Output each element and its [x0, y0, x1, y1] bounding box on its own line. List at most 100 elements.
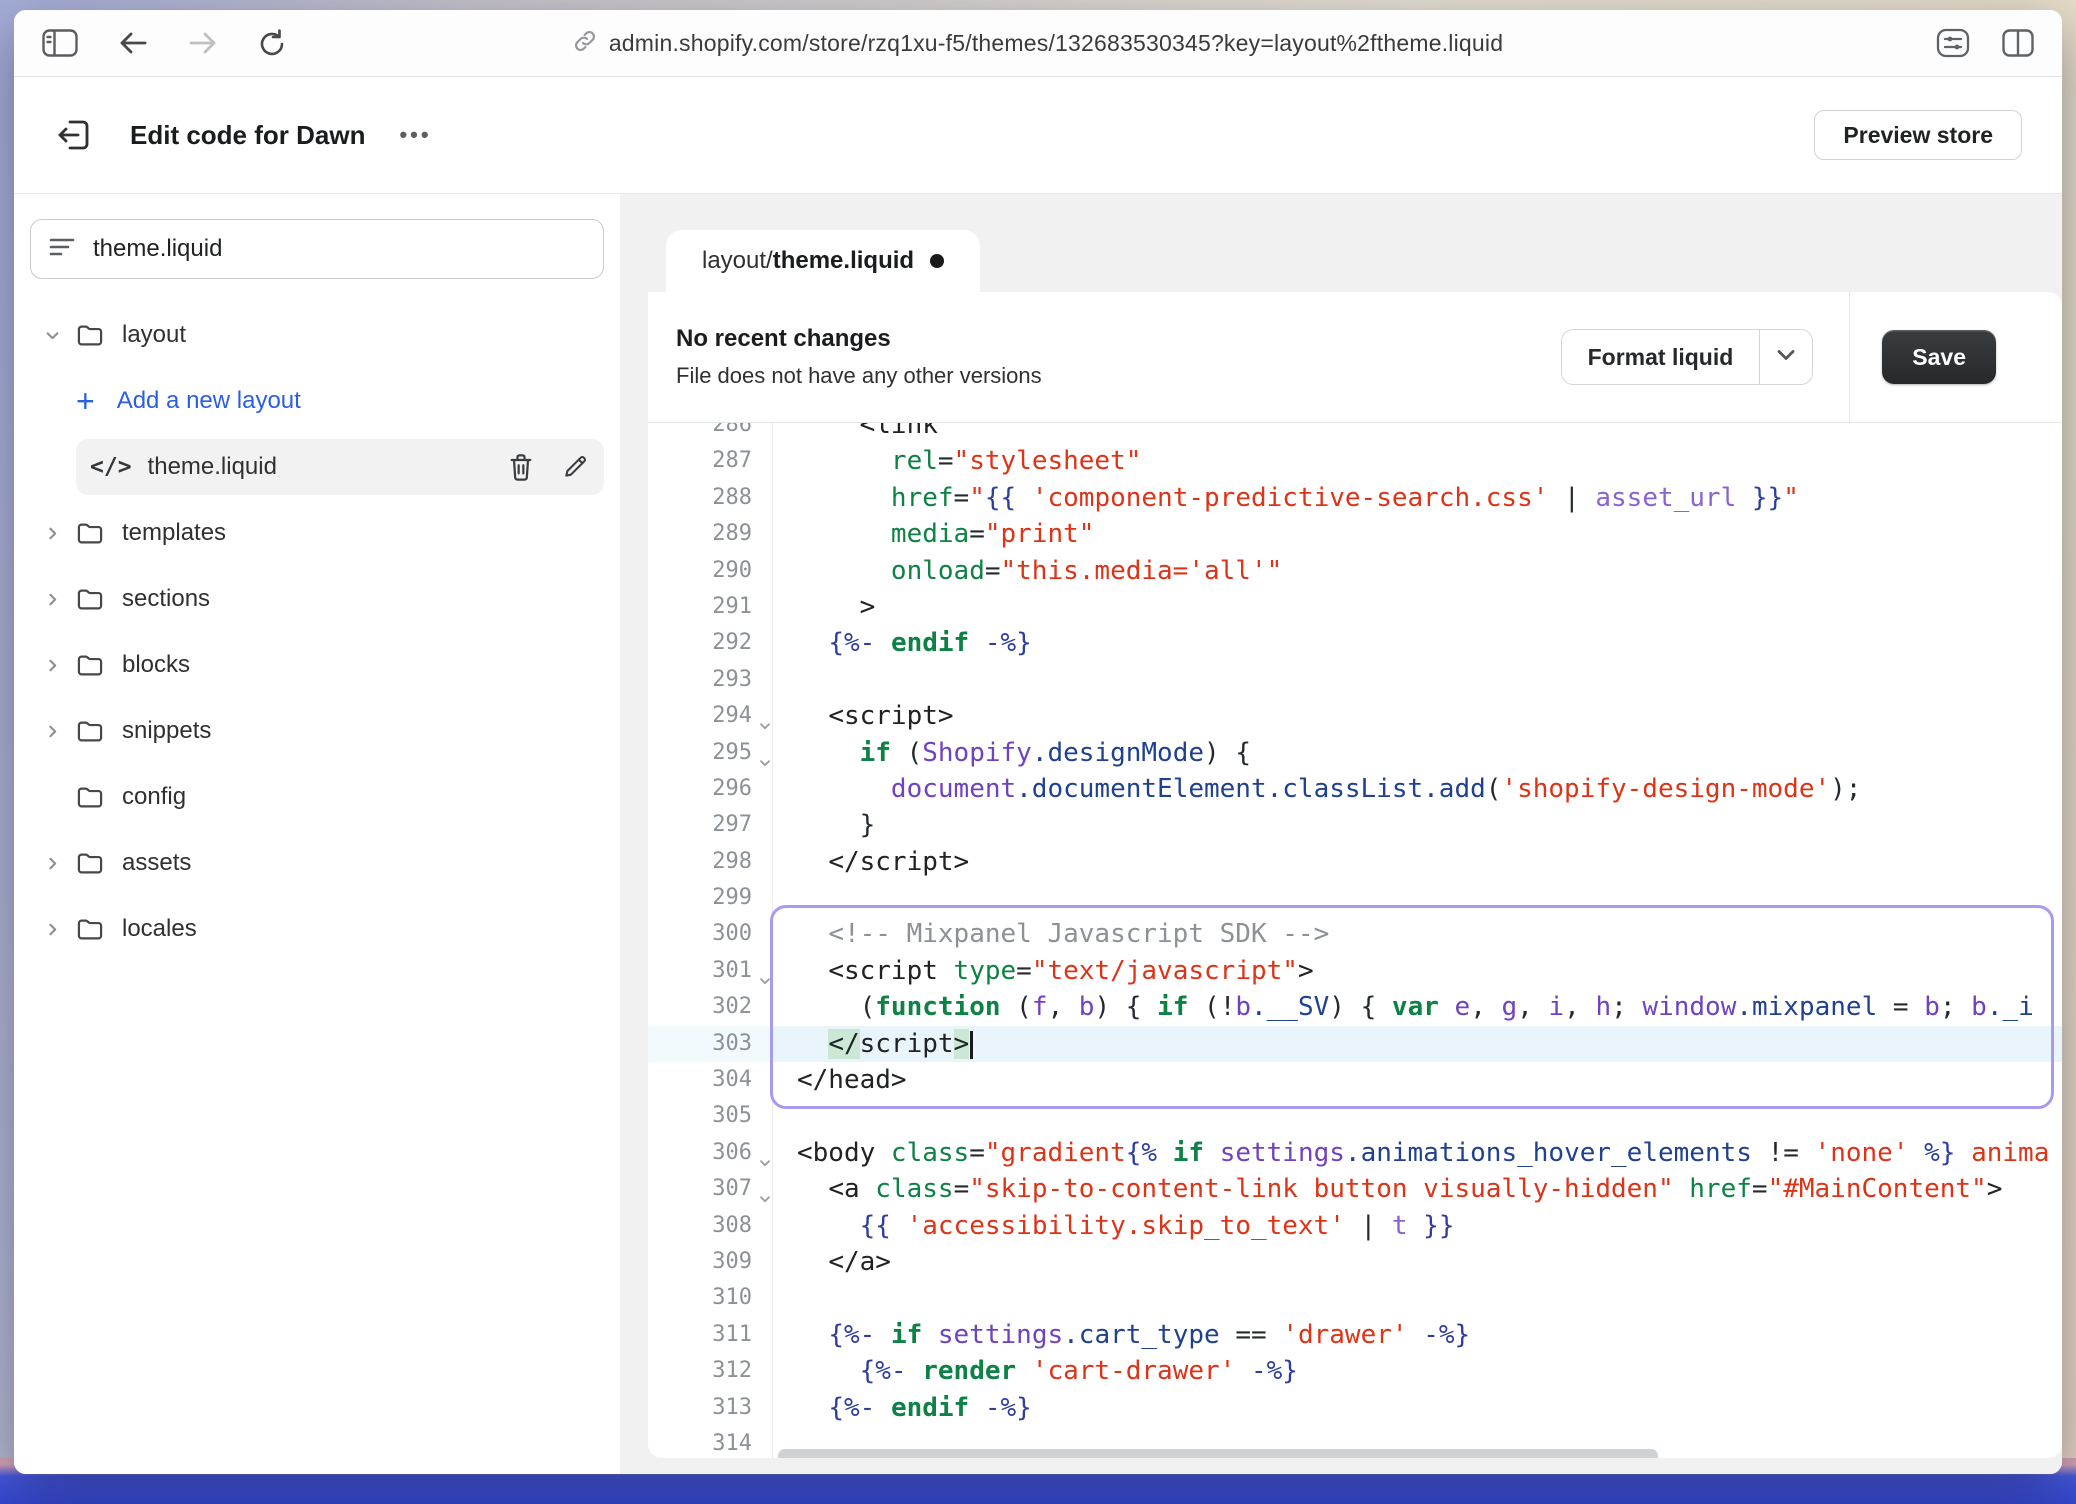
save-button[interactable]: Save	[1882, 330, 1996, 384]
sidebar-item-label: config	[122, 783, 186, 811]
code-line-content: {%- render 'cart-drawer' -%}	[773, 1353, 2062, 1389]
code-line-content: <script>	[773, 698, 2062, 734]
sidebar-item-config[interactable]: config	[30, 769, 604, 825]
code-line-content: </a>	[773, 1244, 2062, 1280]
code-line[interactable]: 309 </a>	[648, 1244, 2062, 1280]
code-line[interactable]: 307 <a class="skip-to-content-link butto…	[648, 1171, 2062, 1207]
code-line-content: </script>	[773, 1026, 2062, 1062]
code-line[interactable]: 289 media="print"	[648, 516, 2062, 552]
delete-file-icon[interactable]	[508, 453, 534, 481]
sidebar-item-layout[interactable]: layout	[30, 307, 604, 363]
file-search-input[interactable]	[91, 234, 585, 264]
horizontal-scrollbar[interactable]	[778, 1449, 1658, 1458]
format-liquid-button[interactable]: Format liquid	[1562, 330, 1760, 384]
sidebar-item-templates[interactable]: templates	[30, 505, 604, 561]
split-view-icon[interactable]	[2002, 29, 2034, 57]
folder-icon	[76, 586, 104, 612]
chevron-right-icon[interactable]	[44, 921, 76, 938]
format-options-chevron-button[interactable]	[1759, 330, 1812, 384]
line-number: 301	[648, 953, 773, 989]
line-number: 294	[648, 698, 773, 734]
chevron-right-icon[interactable]	[44, 591, 76, 608]
tab-file-name: theme.liquid	[773, 247, 914, 275]
line-number: 295	[648, 735, 773, 771]
line-number: 311	[648, 1317, 773, 1353]
sidebar-item-locales[interactable]: locales	[30, 901, 604, 957]
sidebar-item-snippets[interactable]: snippets	[30, 703, 604, 759]
chevron-right-icon[interactable]	[44, 657, 76, 674]
code-line[interactable]: 302 (function (f, b) { if (!b.__SV) { va…	[648, 989, 2062, 1025]
code-line[interactable]: 312 {%- render 'cart-drawer' -%}	[648, 1353, 2062, 1389]
code-line[interactable]: 301 <script type="text/javascript">	[648, 953, 2062, 989]
file-tree: layout +Add a new layout </>theme.liquid te…	[14, 307, 620, 967]
code-line[interactable]: 298 </script>	[648, 844, 2062, 880]
file-search-box[interactable]	[30, 219, 604, 279]
code-line[interactable]: 291 >	[648, 589, 2062, 625]
code-line[interactable]: 286 <link	[648, 423, 2062, 443]
code-line[interactable]: 295 if (Shopify.designMode) {	[648, 735, 2062, 771]
code-line[interactable]: 310	[648, 1280, 2062, 1316]
page-settings-icon[interactable]	[1936, 28, 1970, 58]
line-number: 296	[648, 771, 773, 807]
code-line[interactable]: 292 {%- endif -%}	[648, 625, 2062, 661]
line-number: 289	[648, 516, 773, 552]
chevron-right-icon[interactable]	[44, 525, 76, 542]
chevron-right-icon[interactable]	[44, 855, 76, 872]
code-line[interactable]: 297 }	[648, 807, 2062, 843]
tab-theme-liquid[interactable]: layout/theme.liquid	[666, 230, 980, 292]
folder-icon	[76, 520, 104, 546]
code-line[interactable]: 313 {%- endif -%}	[648, 1390, 2062, 1426]
code-line-content	[773, 1098, 2062, 1134]
sidebar-item-sections[interactable]: sections	[30, 571, 604, 627]
line-number: 314	[648, 1426, 773, 1458]
code-line[interactable]: 299	[648, 880, 2062, 916]
code-line[interactable]: 294 <script>	[648, 698, 2062, 734]
sidebar-item-theme-liquid[interactable]: </>theme.liquid	[76, 439, 604, 495]
preview-store-button[interactable]: Preview store	[1814, 110, 2022, 160]
code-line-content: </head>	[773, 1062, 2062, 1098]
back-button-icon[interactable]	[118, 30, 148, 56]
reload-icon[interactable]	[258, 28, 286, 58]
code-line[interactable]: 305	[648, 1098, 2062, 1134]
line-number: 308	[648, 1208, 773, 1244]
code-line[interactable]: 311 {%- if settings.cart_type == 'drawer…	[648, 1317, 2062, 1353]
line-number: 313	[648, 1390, 773, 1426]
browser-toolbar: admin.shopify.com/store/rzq1xu-f5/themes…	[14, 10, 2062, 77]
editor-card-header: No recent changes File does not have any…	[648, 292, 2062, 423]
code-file-icon: </>	[90, 454, 132, 480]
code-line[interactable]: 308 {{ 'accessibility.skip_to_text' | t …	[648, 1208, 2062, 1244]
sidebar-item-blocks[interactable]: blocks	[30, 637, 604, 693]
code-line-content: >	[773, 589, 2062, 625]
rename-file-icon[interactable]	[562, 453, 588, 481]
url-text[interactable]: admin.shopify.com/store/rzq1xu-f5/themes…	[609, 30, 1503, 57]
chevron-right-icon[interactable]	[44, 723, 76, 740]
code-line[interactable]: 296 document.documentElement.classList.a…	[648, 771, 2062, 807]
code-line[interactable]: 293	[648, 662, 2062, 698]
sidebar-item-label: templates	[122, 519, 226, 547]
code-line-content	[773, 662, 2062, 698]
chevron-down-icon	[1776, 348, 1796, 367]
code-line[interactable]: 288 href="{{ 'component-predictive-searc…	[648, 480, 2062, 516]
code-line[interactable]: 287 rel="stylesheet"	[648, 443, 2062, 479]
sidebar-item-add-new-layout[interactable]: +Add a new layout	[76, 373, 604, 429]
code-line-content: onload="this.media='all'"	[773, 553, 2062, 589]
line-number: 307	[648, 1171, 773, 1207]
line-number: 298	[648, 844, 773, 880]
chevron-down-icon[interactable]	[44, 327, 76, 344]
code-line[interactable]: 290 onload="this.media='all'"	[648, 553, 2062, 589]
address-bar[interactable]: admin.shopify.com/store/rzq1xu-f5/themes…	[14, 29, 2062, 58]
code-editor[interactable]: 286 <link287 rel="stylesheet"288 href="{…	[648, 423, 2062, 1458]
code-line-content: </script>	[773, 844, 2062, 880]
code-line[interactable]: 303 </script>	[648, 1026, 2062, 1062]
exit-editor-icon[interactable]	[54, 115, 94, 155]
code-line[interactable]: 304</head>	[648, 1062, 2062, 1098]
tab-path-prefix: layout/	[702, 247, 773, 275]
format-liquid-split-button: Format liquid	[1561, 329, 1814, 385]
code-line[interactable]: 300 <!-- Mixpanel Javascript SDK -->	[648, 916, 2062, 952]
sidebar-item-assets[interactable]: assets	[30, 835, 604, 891]
sidebar-toggle-icon[interactable]	[42, 29, 78, 57]
code-line[interactable]: 306<body class="gradient{% if settings.a…	[648, 1135, 2062, 1171]
more-actions-icon[interactable]: •••	[399, 122, 431, 148]
folder-icon	[76, 784, 104, 810]
forward-button-icon[interactable]	[188, 30, 218, 56]
